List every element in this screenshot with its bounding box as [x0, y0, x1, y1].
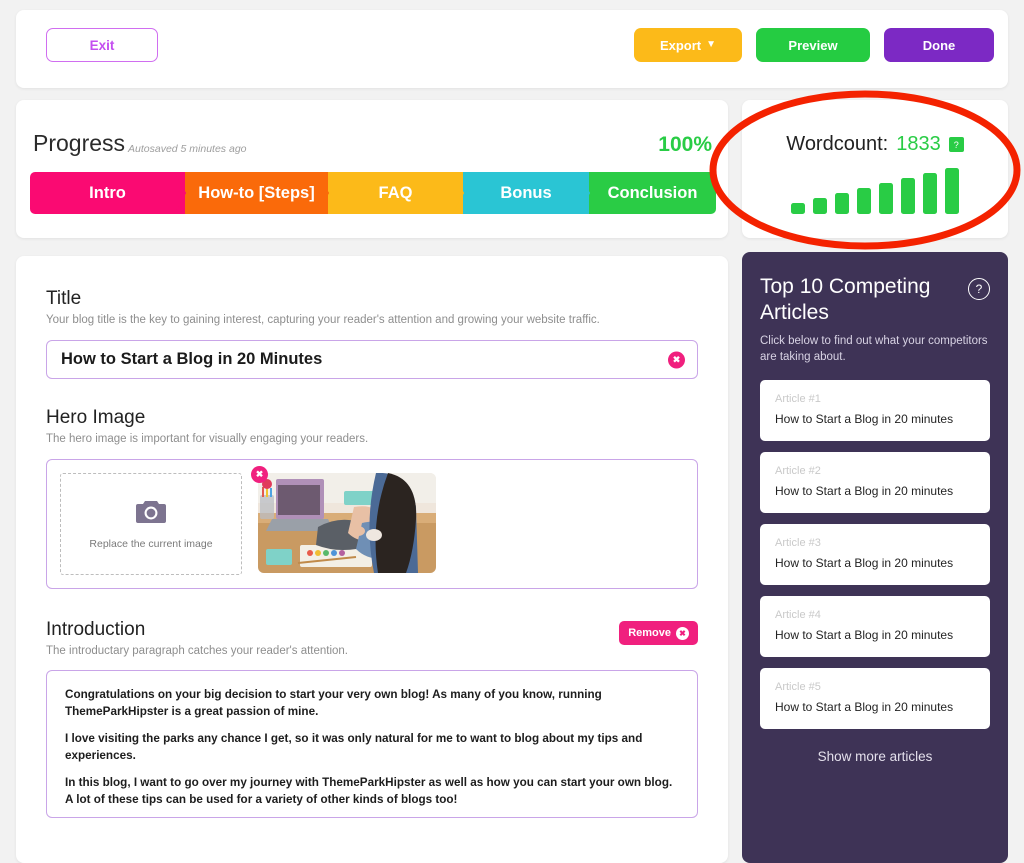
progress-step-how-to-steps[interactable]: How-to [Steps] — [185, 172, 328, 214]
title-section-subtitle: Your blog title is the key to gaining in… — [46, 314, 600, 326]
wordcount-bar — [923, 173, 937, 214]
wordcount-card: Wordcount: 1833 ? — [742, 100, 1008, 238]
replace-image-dropzone[interactable]: Replace the current image — [60, 473, 242, 575]
progress-step-bonus[interactable]: Bonus — [463, 172, 589, 214]
remove-hero-image-icon[interactable]: ✖ — [251, 466, 268, 483]
wordcount-label: Wordcount: — [786, 133, 889, 155]
progress-heading: Progress — [33, 130, 126, 156]
article-title: How to Start a Blog in 20 minutes — [775, 699, 954, 714]
introduction-textarea[interactable]: Congratulations on your big decision to … — [46, 670, 698, 818]
article-card[interactable]: Article #5 How to Start a Blog in 20 minu… — [760, 667, 990, 729]
wordcount-value: 1833 — [896, 133, 941, 155]
chevron-down-icon: ▼ — [706, 39, 717, 50]
article-index-label: Article #3 — [775, 536, 821, 549]
hero-section-heading: Hero Image — [46, 407, 146, 428]
autosave-status: Autosaved 5 minutes ago — [128, 143, 247, 155]
title-section: Title Your blog title is the key to gain… — [46, 288, 698, 379]
wordcount-bar — [857, 188, 871, 214]
dropzone-label: Replace the current image — [89, 538, 213, 550]
exit-button[interactable]: Exit — [46, 28, 158, 62]
article-title: How to Start a Blog in 20 minutes — [775, 555, 954, 570]
article-list: Article #1 How to Start a Blog in 20 minu… — [760, 379, 990, 729]
article-index-label: Article #2 — [775, 464, 821, 477]
introduction-section: Introduction The introductary paragraph … — [46, 619, 698, 818]
show-more-articles-link[interactable]: Show more articles — [760, 749, 990, 764]
progress-step-label: Conclusion — [607, 183, 698, 202]
title-section-heading: Title — [46, 288, 82, 309]
top-actions-group: Export ▼ Preview Done — [634, 28, 994, 62]
sidebar-subtitle: Click below to find out what your compet… — [760, 335, 988, 364]
wordcount-bar — [835, 193, 849, 214]
sidebar-header: Top 10 Competing Articles ? — [760, 274, 990, 325]
done-button-label: Done — [922, 37, 956, 53]
remove-x-icon: ✖ — [676, 626, 689, 640]
export-button-label: Export — [659, 37, 702, 53]
camera-icon — [136, 501, 166, 523]
article-card[interactable]: Article #3 How to Start a Blog in 20 minu… — [760, 523, 990, 585]
intro-section-subtitle: The introductary paragraph catches your … — [46, 645, 349, 657]
progress-step-label: Bonus — [500, 183, 552, 202]
sidebar-title: Top 10 Competing Articles — [760, 275, 931, 324]
intro-section-heading: Introduction — [46, 619, 146, 640]
wordcount-bar — [945, 168, 959, 214]
progress-card: Progress Autosaved 5 minutes ago 100% In… — [16, 100, 728, 238]
wordcount-bar-chart — [742, 168, 1008, 214]
hero-image-box: Replace the current image ✖ — [46, 459, 698, 589]
hero-thumbnail-image[interactable] — [258, 473, 436, 573]
wordcount-bar — [791, 203, 805, 214]
progress-step-intro[interactable]: Intro — [30, 172, 185, 214]
preview-button[interactable]: Preview — [756, 28, 870, 62]
wordcount-bar — [813, 198, 827, 214]
progress-percent: 100% — [658, 133, 712, 156]
intro-paragraph: In this blog, I want to go over my journ… — [65, 776, 673, 807]
progress-step-conclusion[interactable]: Conclusion — [589, 172, 716, 214]
competing-articles-panel: Top 10 Competing Articles ? Click below … — [742, 252, 1008, 863]
article-index-label: Article #1 — [775, 392, 821, 405]
intro-paragraph: Congratulations on your big decision to … — [65, 688, 602, 718]
article-card[interactable]: Article #1 How to Start a Blog in 20 minu… — [760, 379, 990, 441]
hero-section-subtitle: The hero image is important for visually… — [46, 433, 369, 445]
title-input-value: How to Start a Blog in 20 Minutes — [61, 350, 323, 368]
export-button[interactable]: Export ▼ — [634, 28, 742, 62]
article-title: How to Start a Blog in 20 minutes — [775, 411, 954, 426]
article-card[interactable]: Article #4 How to Start a Blog in 20 minu… — [760, 595, 990, 657]
top-toolbar: Exit Export ▼ Preview Done — [16, 10, 1008, 88]
article-title: How to Start a Blog in 20 minutes — [775, 627, 954, 642]
help-badge-icon[interactable]: ? — [948, 137, 964, 152]
progress-step-faq[interactable]: FAQ — [328, 172, 463, 214]
wordcount-header: Wordcount: 1833 ? — [742, 133, 1008, 156]
article-index-label: Article #4 — [775, 608, 821, 621]
done-button[interactable]: Done — [884, 28, 994, 62]
article-title: How to Start a Blog in 20 minutes — [775, 483, 954, 498]
progress-step-label: How-to [Steps] — [198, 183, 315, 202]
intro-paragraph: I love visiting the parks any chance I g… — [65, 732, 643, 762]
clear-title-icon[interactable]: ✖ — [668, 351, 685, 368]
progress-step-label: FAQ — [378, 183, 413, 202]
help-circle-icon[interactable]: ? — [968, 278, 990, 300]
title-input[interactable]: How to Start a Blog in 20 Minutes ✖ — [46, 340, 698, 379]
remove-button-label: Remove — [628, 627, 671, 639]
wordcount-bar — [901, 178, 915, 214]
preview-button-label: Preview — [788, 37, 838, 53]
progress-step-label: Intro — [89, 183, 126, 202]
hero-image-section: Hero Image The hero image is important f… — [46, 407, 698, 589]
article-card[interactable]: Article #2 How to Start a Blog in 20 minu… — [760, 451, 990, 513]
article-index-label: Article #5 — [775, 680, 821, 693]
exit-button-label: Exit — [89, 37, 115, 53]
progress-step-bar: Intro How-to [Steps] FAQ Bonus Conclusion — [30, 172, 716, 214]
editor-card: Title Your blog title is the key to gain… — [16, 256, 728, 863]
wordcount-bar — [879, 183, 893, 214]
hero-thumbnail-wrapper: ✖ — [251, 466, 436, 573]
remove-section-button[interactable]: Remove ✖ — [619, 621, 698, 645]
